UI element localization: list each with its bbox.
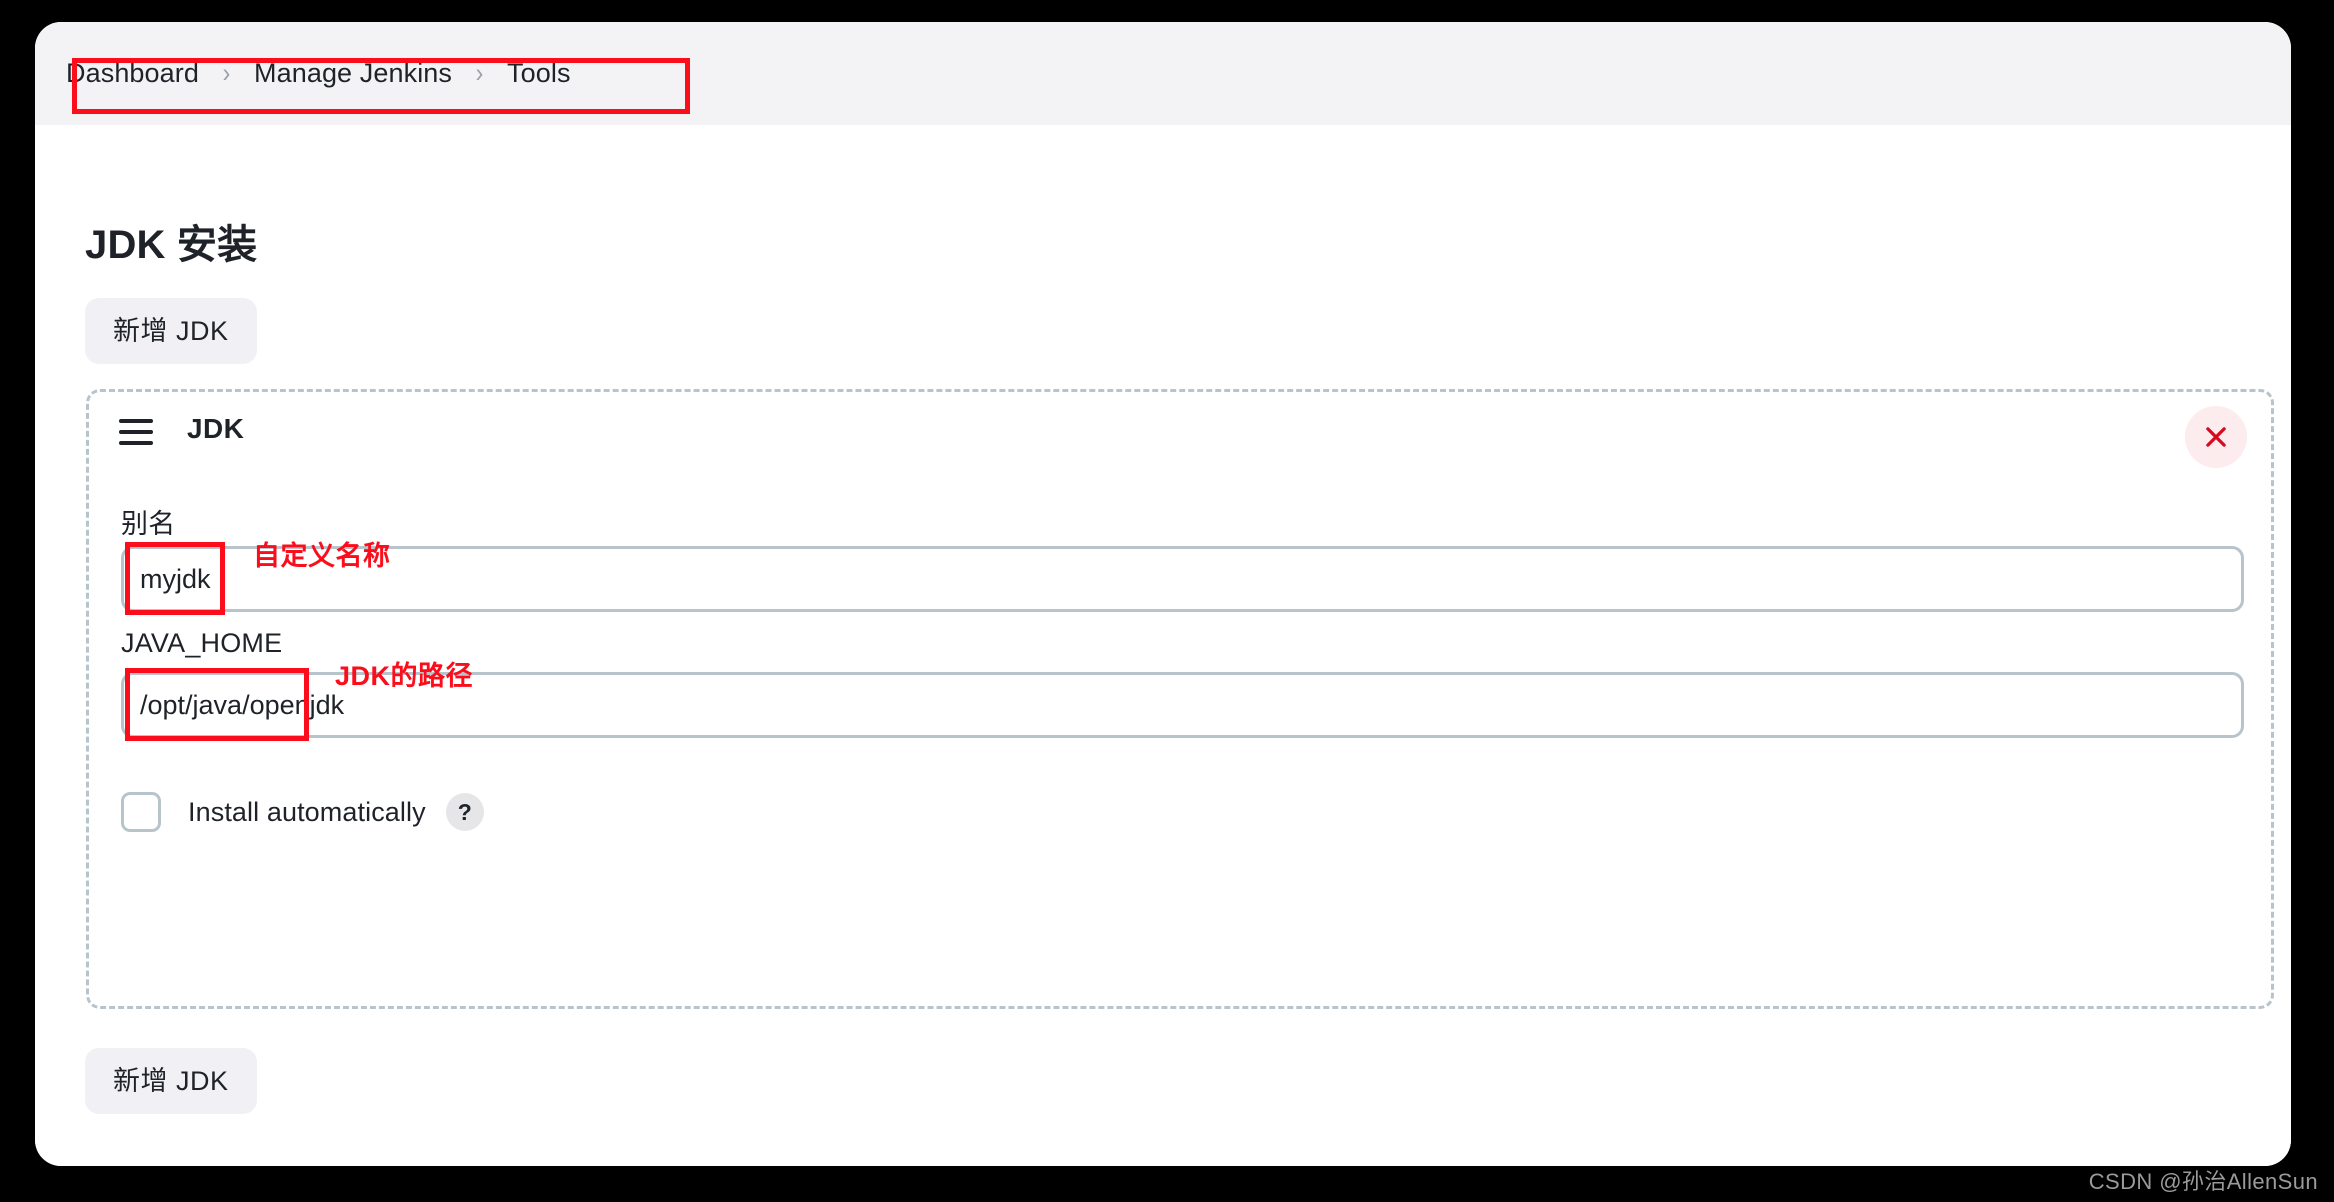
page-title: JDK 安装 <box>85 222 258 267</box>
drag-handle-icon[interactable] <box>119 419 153 445</box>
browser-page-sheet: Dashboard › Manage Jenkins › Tools JDK 安… <box>35 22 2291 1166</box>
main-content: JDK 安装 新增 JDK JDK 别名 自定义名称 JAVA <box>35 125 2291 1166</box>
close-icon <box>2206 427 2226 447</box>
breadcrumb: Dashboard › Manage Jenkins › Tools <box>35 22 2291 125</box>
help-icon[interactable]: ? <box>445 793 484 831</box>
chevron-right-icon: › <box>475 58 484 88</box>
add-jdk-button-bottom[interactable]: 新增 JDK <box>85 1048 257 1114</box>
watermark: CSDN @孙治AllenSun <box>2088 1169 2318 1194</box>
install-automatically-label[interactable]: Install automatically <box>188 797 426 828</box>
breadcrumb-item-tools[interactable]: Tools <box>507 58 571 89</box>
jdk-card-title: JDK <box>187 413 245 444</box>
breadcrumb-item-manage-jenkins[interactable]: Manage Jenkins <box>254 58 452 89</box>
jdk-card-header: JDK <box>89 392 2271 484</box>
install-automatically-row: Install automatically ? <box>121 792 484 832</box>
java-home-field-label: JAVA_HOME <box>121 628 283 658</box>
add-jdk-button-top[interactable]: 新增 JDK <box>85 298 257 364</box>
chevron-right-icon: › <box>222 58 231 88</box>
breadcrumb-item-dashboard[interactable]: Dashboard <box>66 58 199 89</box>
java-home-input[interactable] <box>121 672 2244 738</box>
install-automatically-checkbox[interactable] <box>121 792 161 832</box>
jdk-entry-card: JDK 别名 自定义名称 JAVA_HOME JDK的路径 Install au <box>86 389 2274 1009</box>
alias-input[interactable] <box>121 546 2244 612</box>
alias-field-label: 别名 <box>121 509 176 539</box>
delete-jdk-button[interactable] <box>2185 406 2247 468</box>
